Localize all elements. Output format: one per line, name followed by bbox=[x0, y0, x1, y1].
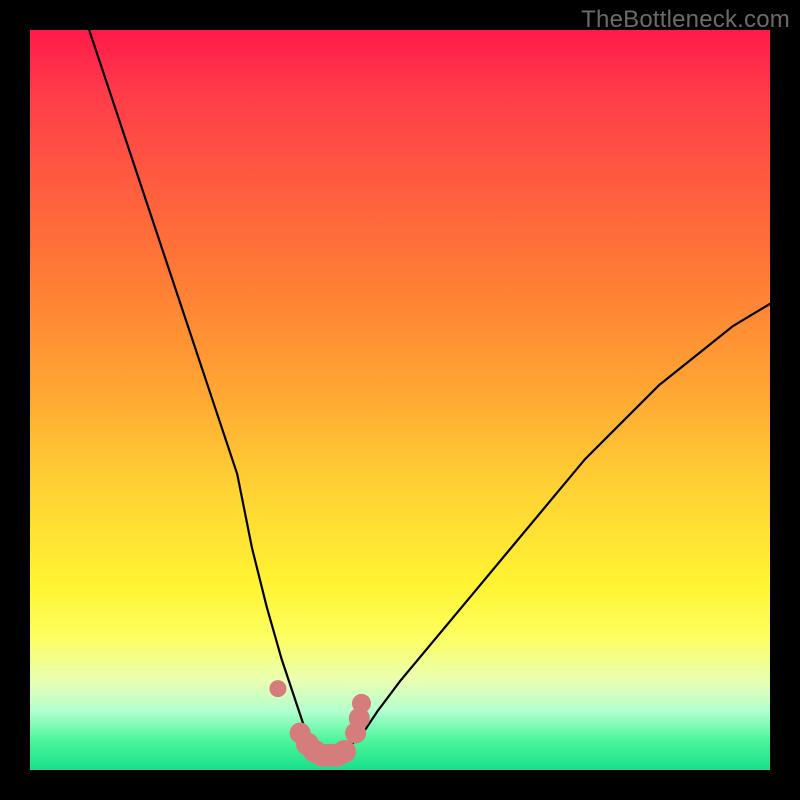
bottleneck-curve bbox=[89, 30, 770, 755]
plot-area bbox=[30, 30, 770, 770]
marker-point bbox=[353, 694, 371, 712]
curve-svg bbox=[30, 30, 770, 770]
marker-point bbox=[270, 681, 286, 697]
watermark-label: TheBottleneck.com bbox=[581, 6, 790, 34]
curve-markers bbox=[270, 681, 371, 767]
chart-frame: TheBottleneck.com bbox=[0, 0, 800, 800]
marker-point bbox=[334, 741, 356, 763]
